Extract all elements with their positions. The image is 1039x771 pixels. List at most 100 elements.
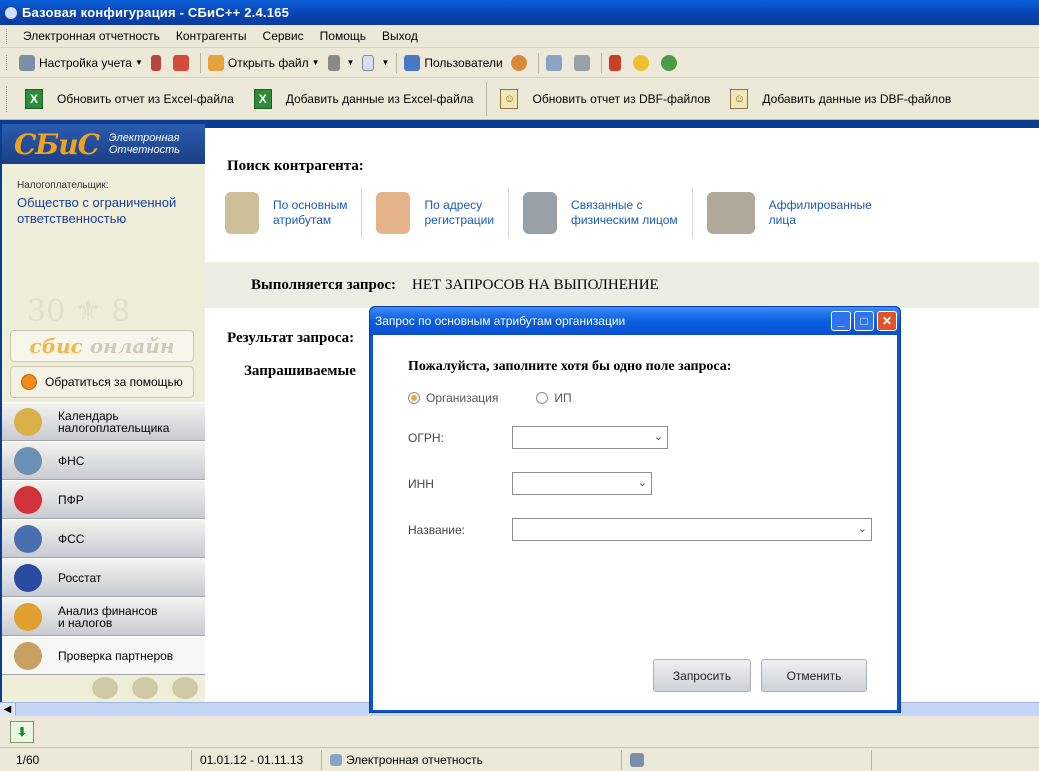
open-file-button[interactable]: Открыть файл ▼ <box>204 52 324 74</box>
chevron-down-icon[interactable]: ⌄ <box>858 522 867 535</box>
inn-field[interactable]: ⌄ <box>512 472 652 495</box>
status-label: Выполняется запрос: <box>251 276 397 293</box>
stamp-button[interactable]: ▼ <box>324 52 359 74</box>
sidebar-item-partner-check[interactable]: Проверка партнеров <box>2 636 205 675</box>
stamp-icon <box>327 54 340 71</box>
add-from-excel-button[interactable]: X Добавить данные из Excel-файла <box>244 88 484 109</box>
menu-help[interactable]: Помощь <box>312 29 374 43</box>
window-titlebar: Базовая конфигурация - СБиС++ 2.4.165 <box>0 0 1039 25</box>
dialog-body: Пожалуйста, заполните хотя бы одно поле … <box>373 335 897 710</box>
refresh-button[interactable] <box>657 52 685 74</box>
emblem-icon[interactable] <box>92 677 118 699</box>
link-label-line2: лица <box>768 213 796 227</box>
sidebar-item-calendar[interactable]: Календарь налогоплательщика <box>2 402 205 441</box>
chevron-down-icon: ▼ <box>311 58 320 67</box>
excel-icon: X <box>25 88 43 109</box>
search-by-address-link[interactable]: По адресу регистрации <box>376 188 510 238</box>
sbis-logo: СБиС Электронная Отчетность <box>2 124 205 164</box>
menu-service[interactable]: Сервис <box>255 29 312 43</box>
sbis-online-logo-b: онлайн <box>89 334 175 358</box>
dialog-title: Запрос по основным атрибутам организации <box>375 314 626 328</box>
fns-emblem-icon <box>14 446 42 475</box>
sidebar-item-label: Анализ финансов и налогов <box>58 605 158 629</box>
update-from-dbf-button[interactable]: ☺ Обновить отчет из DBF-файлов <box>490 88 720 109</box>
menu-exit[interactable]: Выход <box>374 29 426 43</box>
logo-text: СБиС <box>14 127 100 161</box>
fst-emblem-icon[interactable] <box>172 677 198 699</box>
agency-emblems <box>92 677 198 699</box>
toolbar-separator <box>486 81 488 116</box>
help-icon <box>21 374 37 390</box>
fss-emblem-icon <box>14 524 42 553</box>
copy-button[interactable] <box>542 52 570 74</box>
radio-organization[interactable] <box>408 392 420 404</box>
report-button[interactable] <box>169 52 197 74</box>
open-file-label: Открыть файл <box>227 55 309 70</box>
users-button[interactable]: Пользователи <box>400 52 506 74</box>
settings-icon <box>630 752 644 767</box>
sidebar-item-label: Росстат <box>58 570 102 585</box>
link-label-line2: физическим лицом <box>571 213 678 227</box>
menu-electronic-reporting[interactable]: Электронная отчетность <box>15 29 168 43</box>
download-arrow-icon: ⬇ <box>16 724 28 739</box>
toolbar-separator <box>600 52 602 73</box>
analysis-chart-icon <box>14 602 42 631</box>
sbis-online-button[interactable]: сбис онлайн <box>10 330 194 362</box>
taxpayer-name[interactable]: Общество с ограниченной ответственностью <box>17 195 205 227</box>
add-from-dbf-label: Добавить данные из DBF-файлов <box>762 91 952 106</box>
minimize-button[interactable]: _ <box>831 311 851 331</box>
radio-ip[interactable] <box>536 392 549 404</box>
request-help-button[interactable]: Обратиться за помощью <box>10 366 194 398</box>
settings-icon <box>19 54 35 71</box>
document-icon <box>362 54 375 71</box>
maximize-button[interactable]: □ <box>854 311 874 331</box>
sidebar-item-fss[interactable]: ФСС <box>2 519 205 558</box>
sidebar-item-pfr[interactable]: ПФР <box>2 480 205 519</box>
clock-button[interactable] <box>629 52 657 74</box>
tools-button[interactable] <box>147 52 169 74</box>
update-from-excel-button[interactable]: X Обновить отчет из Excel-файла <box>15 88 244 109</box>
status-bar: 1/60 01.01.12 - 01.11.13 Электронная отч… <box>0 748 1039 771</box>
wrench-button[interactable] <box>605 52 629 74</box>
sidebar-item-fns[interactable]: ФНС <box>2 441 205 480</box>
search-by-person-link[interactable]: Связанные с физическим лицом <box>523 188 693 238</box>
document-button[interactable]: ▼ <box>358 52 393 74</box>
chevron-down-icon[interactable]: ⌄ <box>654 430 663 443</box>
link-label: По основным атрибутам <box>273 198 347 228</box>
settings-button[interactable]: Настройка учета ▼ <box>15 52 147 74</box>
maximize-icon: □ <box>860 314 868 328</box>
radio-organization-label[interactable]: Организация <box>426 391 498 405</box>
dialog-titlebar: Запрос по основным атрибутам организации… <box>370 307 900 335</box>
ogrn-field[interactable]: ⌄ <box>512 426 668 449</box>
radio-selected-dot <box>411 395 417 401</box>
person-icon <box>523 192 558 234</box>
download-button[interactable]: ⬇ <box>10 720 34 743</box>
chevron-down-icon[interactable]: ⌄ <box>638 476 647 489</box>
module-icon <box>330 753 342 766</box>
copy-icon <box>545 54 562 71</box>
name-field[interactable]: ⌄ <box>512 518 872 541</box>
sidebar-item-analysis[interactable]: Анализ финансов и налогов <box>2 597 205 636</box>
sidebar-item-rosstat[interactable]: Росстат <box>2 558 205 597</box>
search-affiliated-link[interactable]: Аффилированные лица <box>706 188 886 238</box>
menu-counterparties[interactable]: Контрагенты <box>168 29 255 43</box>
radio-ip-label[interactable]: ИП <box>554 391 571 405</box>
gear-button[interactable] <box>507 52 535 74</box>
sbis-online-logo-a: сбис <box>29 334 83 358</box>
emblem-icon[interactable] <box>132 677 158 699</box>
add-from-excel-label: Добавить данные из Excel-файла <box>285 91 474 106</box>
submit-query-button[interactable]: Запросить <box>653 659 751 692</box>
scroll-left-icon[interactable]: ◀ <box>0 703 16 716</box>
print-button[interactable] <box>570 52 598 74</box>
dialog-heading: Пожалуйста, заполните хотя бы одно поле … <box>408 359 732 374</box>
status-page: 1/60 <box>0 749 192 770</box>
toolbar-separator <box>396 52 398 73</box>
minimize-icon: _ <box>837 314 845 328</box>
search-by-attributes-link[interactable]: По основным атрибутам <box>225 188 363 238</box>
add-from-dbf-button[interactable]: ☺ Добавить данные из DBF-файлов <box>720 88 961 109</box>
report-icon <box>172 54 189 71</box>
status-module: Электронная отчетность <box>322 749 622 770</box>
calendar-icon <box>14 407 42 436</box>
close-button[interactable]: ✕ <box>877 311 897 331</box>
cancel-button[interactable]: Отменить <box>761 659 867 692</box>
